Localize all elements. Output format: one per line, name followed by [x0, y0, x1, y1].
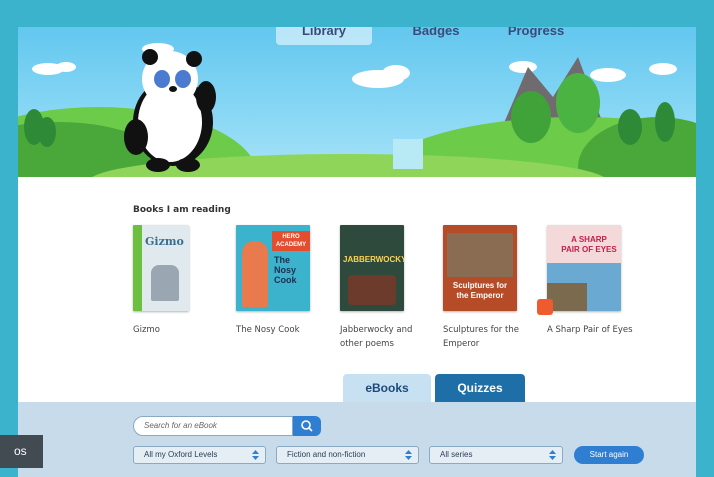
genre-value: Fiction and non-fiction — [287, 450, 366, 459]
search-button[interactable] — [293, 416, 321, 436]
select-caret-icon — [549, 450, 556, 460]
tab-quizzes[interactable]: Quizzes — [435, 374, 525, 402]
app-frame: Library Badges Progress Books I am readi… — [18, 27, 696, 477]
filter-panel: Search for an eBook All my Oxford Levels… — [18, 402, 696, 477]
book-card[interactable]: Sculptures for the Emperor Sculptures fo… — [443, 225, 533, 351]
overlay-label: os — [0, 435, 43, 468]
book-card[interactable]: Gizmo Gizmo — [133, 225, 223, 337]
reading-section: Books I am reading Gizmo Gizmo HERO ACAD… — [18, 177, 696, 407]
nav-tab-progress[interactable]: Progress — [488, 27, 584, 45]
tab-ebooks[interactable]: eBooks — [343, 374, 431, 402]
nav-tab-library[interactable]: Library — [276, 27, 372, 45]
book-title: Gizmo — [133, 325, 160, 335]
section-title: Books I am reading — [133, 205, 231, 215]
book-title: Sculptures for the Emperor — [443, 325, 519, 349]
fox-badge-icon — [537, 299, 553, 315]
oxford-levels-value: All my Oxford Levels — [144, 450, 218, 459]
hero-scene — [18, 43, 696, 177]
start-again-button[interactable]: Start again — [574, 446, 644, 464]
book-cover[interactable]: JABBERWOCKY — [340, 225, 404, 311]
book-card[interactable]: HERO ACADEMY The Nosy Cook The Nosy Cook — [236, 225, 326, 337]
book-title: Jabberwocky and other poems — [340, 325, 413, 349]
content-tabs: eBooks Quizzes — [18, 374, 696, 404]
search-input[interactable]: Search for an eBook — [133, 416, 293, 436]
top-nav: Library Badges Progress — [18, 27, 696, 47]
book-cover[interactable]: Sculptures for the Emperor — [443, 225, 517, 311]
genre-select[interactable]: Fiction and non-fiction — [276, 446, 419, 464]
book-title: The Nosy Cook — [236, 325, 300, 335]
series-value: All series — [440, 450, 473, 459]
select-caret-icon — [405, 450, 412, 460]
series-select[interactable]: All series — [429, 446, 563, 464]
book-title: A Sharp Pair of Eyes — [547, 325, 633, 335]
hero-banner: Library Badges Progress — [18, 27, 696, 177]
select-caret-icon — [252, 450, 259, 460]
book-cover[interactable]: HERO ACADEMY The Nosy Cook — [236, 225, 310, 311]
book-cover[interactable]: Gizmo — [133, 225, 189, 311]
nav-tab-badges[interactable]: Badges — [388, 27, 484, 45]
book-card[interactable]: A SHARP PAIR OF EYES A Sharp Pair of Eye… — [537, 225, 637, 337]
book-cover[interactable]: A SHARP PAIR OF EYES — [547, 225, 621, 311]
oxford-levels-select[interactable]: All my Oxford Levels — [133, 446, 266, 464]
book-card[interactable]: JABBERWOCKY Jabberwocky and other poems — [340, 225, 430, 351]
search-icon — [301, 420, 313, 432]
